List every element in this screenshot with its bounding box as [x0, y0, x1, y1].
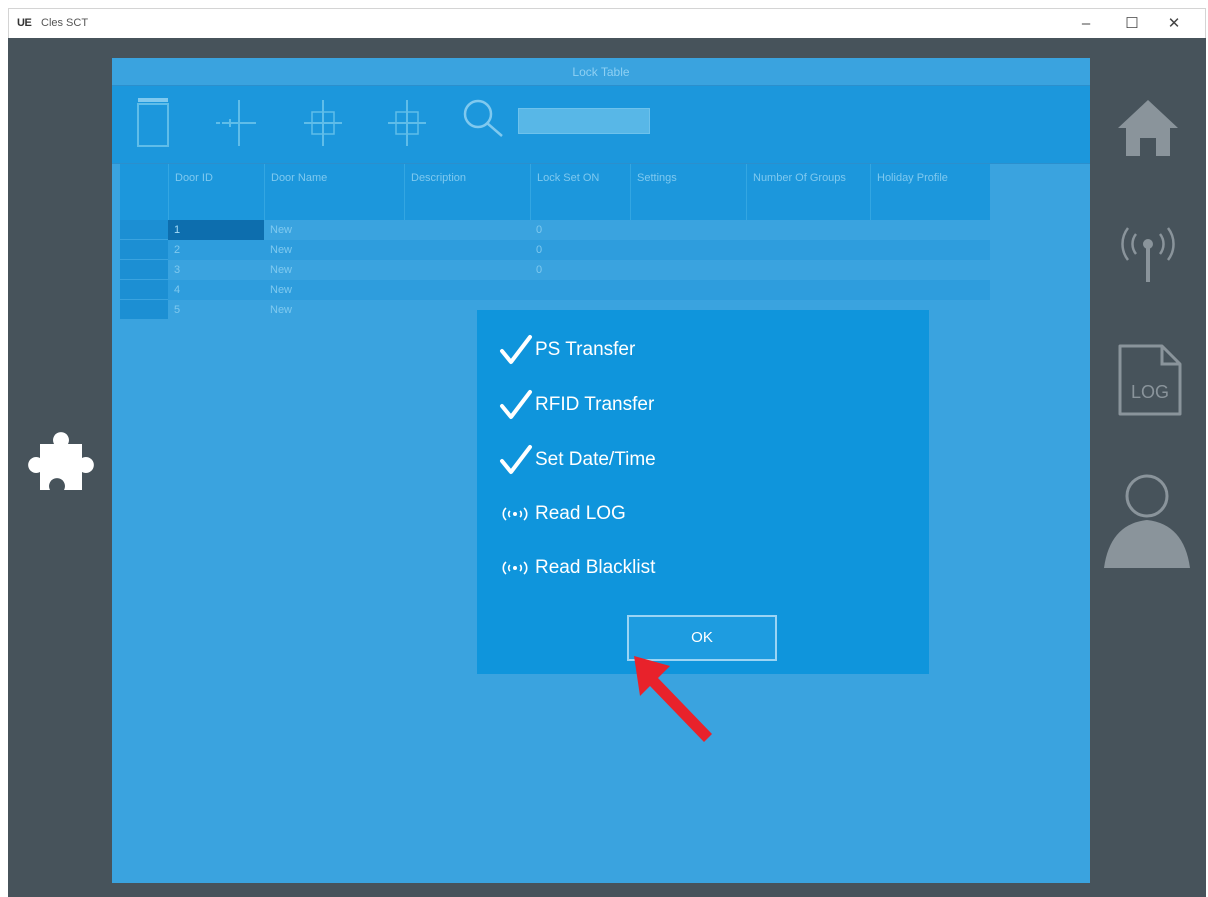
search-input[interactable]: [518, 108, 650, 134]
column-header[interactable]: Door Name: [264, 164, 404, 220]
cell-door-name[interactable]: New: [264, 260, 404, 280]
transfer-dialog: PS Transfer RFID Transfer Set Date/Time: [477, 310, 929, 674]
table-header: Door ID Door Name Description Lock Set O…: [120, 164, 990, 220]
table-row[interactable]: 1 New 0: [120, 220, 990, 240]
cell-door-name[interactable]: New: [264, 280, 404, 300]
main-panel: Lock Table Door ID Door Name Description…: [112, 58, 1090, 883]
cell-lock-set[interactable]: 0: [530, 220, 630, 240]
add-node-icon[interactable]: [292, 92, 354, 154]
cell-door-id[interactable]: 4: [168, 280, 264, 300]
toolbar: [112, 86, 1090, 164]
app-logo: UE: [17, 17, 32, 29]
step-read-blacklist: Read Blacklist: [499, 548, 655, 588]
table-row[interactable]: 4 New: [120, 280, 990, 300]
right-rail: LOG: [1090, 38, 1206, 897]
check-icon: [500, 445, 532, 474]
row-selector[interactable]: [120, 240, 168, 260]
pointer-arrow-icon: [634, 656, 712, 742]
home-icon[interactable]: [1106, 88, 1190, 172]
cell-door-name[interactable]: New: [264, 300, 404, 320]
column-header[interactable]: Number Of Groups: [746, 164, 870, 220]
step-rfid-transfer: RFID Transfer: [499, 385, 654, 425]
minimize-button[interactable]: –: [1071, 13, 1101, 35]
table-row[interactable]: 3 New 0: [120, 260, 990, 280]
cell-door-id[interactable]: 1: [168, 220, 264, 240]
signal-icon: [502, 561, 528, 575]
window-title: Cles SCT: [41, 17, 89, 29]
panel-title: Lock Table: [112, 58, 1090, 86]
cell-door-name[interactable]: New: [264, 220, 404, 240]
window-titlebar: UE Cles SCT – ☐ ✕: [8, 8, 1206, 38]
cell-lock-set[interactable]: [530, 280, 630, 300]
step-label: Set Date/Time: [535, 449, 656, 470]
cell-door-name[interactable]: New: [264, 240, 404, 260]
step-label: RFID Transfer: [535, 394, 655, 415]
cell-lock-set[interactable]: 0: [530, 240, 630, 260]
column-header[interactable]: Door ID: [168, 164, 264, 220]
column-header[interactable]: Settings: [630, 164, 746, 220]
new-document-icon[interactable]: [130, 92, 192, 154]
column-header[interactable]: Lock Set ON: [530, 164, 630, 220]
step-read-log: Read LOG: [499, 494, 626, 534]
row-selector[interactable]: [120, 220, 168, 240]
search-icon[interactable]: [456, 92, 518, 154]
check-icon: [500, 390, 532, 419]
signal-icon: [502, 507, 528, 521]
log-file-icon[interactable]: LOG: [1106, 338, 1190, 422]
page: UE Cles SCT – ☐ ✕ Lock Table Door ID Doo…: [0, 0, 1208, 897]
cell-door-id[interactable]: 3: [168, 260, 264, 280]
row-selector[interactable]: [120, 300, 168, 320]
column-header[interactable]: Holiday Profile: [870, 164, 990, 220]
step-label: Read Blacklist: [535, 557, 656, 578]
maximize-button[interactable]: ☐: [1117, 13, 1147, 35]
puzzle-icon[interactable]: [18, 426, 98, 498]
antenna-icon[interactable]: [1106, 214, 1190, 298]
row-selector[interactable]: [120, 260, 168, 280]
app-area: Lock Table Door ID Door Name Description…: [8, 38, 1206, 897]
user-icon[interactable]: [1102, 466, 1192, 570]
column-header[interactable]: Description: [404, 164, 530, 220]
cell-door-id[interactable]: 2: [168, 240, 264, 260]
step-label: PS Transfer: [535, 339, 636, 360]
remove-node-icon[interactable]: [376, 92, 438, 154]
cell-door-id[interactable]: 5: [168, 300, 264, 320]
cell-lock-set[interactable]: 0: [530, 260, 630, 280]
step-set-date-time: Set Date/Time: [499, 440, 656, 480]
close-button[interactable]: ✕: [1159, 13, 1189, 35]
check-icon: [500, 335, 532, 364]
left-rail: [8, 38, 112, 897]
add-link-icon[interactable]: [208, 92, 270, 154]
log-file-label: LOG: [1131, 382, 1169, 402]
row-selector[interactable]: [120, 280, 168, 300]
table-row[interactable]: 2 New 0: [120, 240, 990, 260]
step-ps-transfer: PS Transfer: [499, 330, 635, 370]
step-label: Read LOG: [535, 503, 626, 524]
